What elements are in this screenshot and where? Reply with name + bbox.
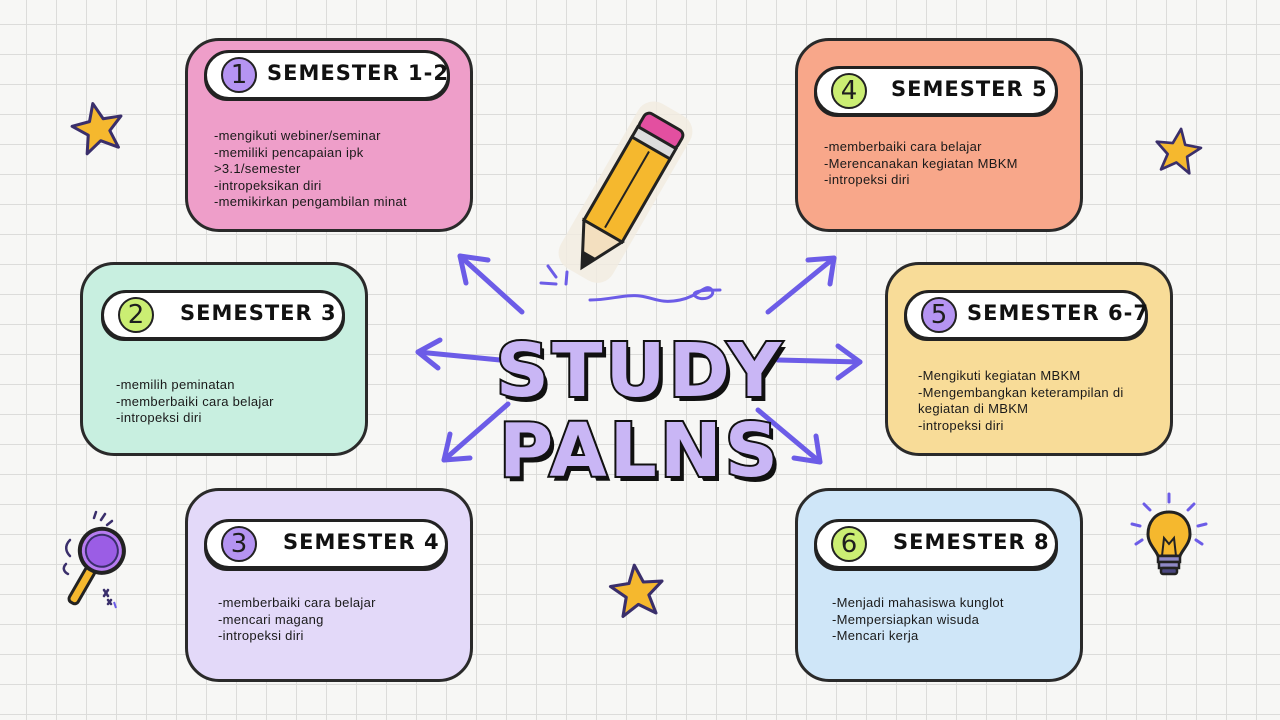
semester-1-2-card: 1 SEMESTER 1-2 -mengikuti webiner/semina… xyxy=(185,38,473,232)
list-item: kegiatan di MBKM xyxy=(918,401,1029,416)
semester-3-header: 2 SEMESTER 3 xyxy=(101,290,345,340)
list-item: -Menjadi mahasiswa kunglot xyxy=(832,595,1004,610)
list-item: -Mempersiapkan wisuda xyxy=(832,611,980,627)
semester-label: SEMESTER 4 xyxy=(283,530,440,554)
pencil-icon xyxy=(558,101,693,283)
activity-list: -Mengikuti kegiatan MBKM -Mengembangkan … xyxy=(918,368,1124,434)
activity-list: -memberbaiki cara belajar -mencari magan… xyxy=(218,595,376,645)
number-badge: 2 xyxy=(118,297,154,333)
list-item: -intropeksi diri xyxy=(116,410,202,425)
activity-list: -memberbaiki cara belajar -Merencanakan … xyxy=(824,139,1018,189)
semester-8-card: 6 SEMESTER 8 -Menjadi mahasiswa kunglot … xyxy=(795,488,1083,682)
semester-label: SEMESTER 3 xyxy=(180,301,337,325)
semester-label: SEMESTER 8 xyxy=(893,530,1050,554)
list-item: -Mengembangkan keterampilan di xyxy=(918,384,1124,400)
semester-6-7-header: 5 SEMESTER 6-7 xyxy=(904,290,1148,340)
list-item: -memberbaiki cara belajar xyxy=(218,595,376,610)
star-icon xyxy=(608,563,664,618)
number-badge: 3 xyxy=(221,526,257,562)
list-item: -memberbaiki cara belajar xyxy=(824,139,982,154)
title-line-1: STUDY xyxy=(494,326,785,416)
arrow-icon xyxy=(765,255,837,315)
semester-3-card: 2 SEMESTER 3 -memilih peminatan -memberb… xyxy=(80,262,368,456)
star-icon xyxy=(1155,127,1203,175)
activity-list: -Menjadi mahasiswa kunglot -Mempersiapka… xyxy=(832,595,1004,645)
semester-6-7-card: 5 SEMESTER 6-7 -Mengikuti kegiatan MBKM … xyxy=(885,262,1173,456)
semester-8-header: 6 SEMESTER 8 xyxy=(814,519,1058,569)
semester-5-card: 4 SEMESTER 5 -memberbaiki cara belajar -… xyxy=(795,38,1083,232)
number-badge: 4 xyxy=(831,73,867,109)
list-item: -memiliki pencapaian ipk xyxy=(214,144,364,160)
magnifier-icon xyxy=(62,510,126,609)
arrow-icon xyxy=(457,253,525,315)
list-item: -Mencari kerja xyxy=(832,628,919,643)
list-item: -Merencanakan kegiatan MBKM xyxy=(824,155,1018,171)
number-badge: 5 xyxy=(921,297,957,333)
activity-list: -memilih peminatan -memberbaiki cara bel… xyxy=(116,377,274,427)
number-badge: 1 xyxy=(221,57,257,93)
title-line-2: PALNS xyxy=(497,406,782,496)
activity-list: -mengikuti webiner/seminar -memiliki pen… xyxy=(214,128,407,211)
list-item: -memberbaiki cara belajar xyxy=(116,393,274,409)
number-badge: 6 xyxy=(831,526,867,562)
semester-label: SEMESTER 6-7 xyxy=(967,301,1149,325)
star-icon xyxy=(70,102,123,156)
semester-4-header: 3 SEMESTER 4 xyxy=(204,519,448,569)
semester-1-2-header: 1 SEMESTER 1-2 xyxy=(204,50,450,100)
lightbulb-icon xyxy=(1130,492,1208,576)
list-item: -mencari magang xyxy=(218,611,324,627)
semester-label: SEMESTER 1-2 xyxy=(267,61,449,85)
arrow-icon xyxy=(415,337,503,371)
list-item: -Mengikuti kegiatan MBKM xyxy=(918,368,1081,383)
list-item: -intropeksi diri xyxy=(218,628,304,643)
list-item: -memikirkan pengambilan minat xyxy=(214,194,407,209)
list-item: -intropeksi diri xyxy=(824,172,910,187)
list-item: -intropeksi diri xyxy=(918,417,1004,433)
list-item: -mengikuti webiner/seminar xyxy=(214,128,381,143)
list-item: >3.1/semester xyxy=(214,161,301,176)
semester-5-header: 4 SEMESTER 5 xyxy=(814,66,1058,116)
list-item: -intropeksikan diri xyxy=(214,177,322,193)
semester-4-card: 3 SEMESTER 4 -memberbaiki cara belajar -… xyxy=(185,488,473,682)
list-item: -memilih peminatan xyxy=(116,377,235,392)
semester-label: SEMESTER 5 xyxy=(891,77,1048,101)
arrow-icon xyxy=(775,343,863,381)
